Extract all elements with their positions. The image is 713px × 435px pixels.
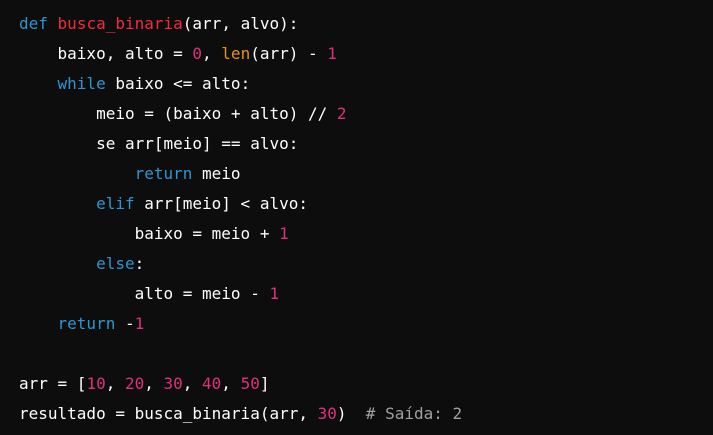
code-text: (arr) -: [250, 44, 328, 63]
code-line: alto = meio - 1: [19, 279, 713, 309]
code-text: meio: [192, 164, 241, 183]
number-token: 2: [336, 104, 347, 123]
code-line: resultado = busca_binaria(arr, 30) # Saí…: [19, 399, 713, 429]
number-token: 1: [134, 314, 145, 333]
keyword-token: while: [57, 74, 106, 93]
code-text: -: [115, 314, 135, 333]
code-line: while baixo <= alto:: [19, 69, 713, 99]
code-text: ,: [105, 374, 125, 393]
code-text: baixo <= alto:: [105, 74, 251, 93]
code-line: meio = (baixo + alto) // 2: [19, 99, 713, 129]
number-token: 0: [192, 44, 203, 63]
code-text: ,: [221, 374, 241, 393]
code-text: :: [134, 254, 145, 273]
keyword-token: elif: [96, 194, 135, 213]
code-text: ): [336, 404, 366, 423]
code-text: ,: [182, 374, 203, 393]
code-text: ]: [259, 374, 270, 393]
number-token: 30: [163, 374, 183, 393]
number-token: 1: [327, 44, 337, 63]
code-line: baixo, alto = 0, len(arr) - 1: [19, 39, 713, 69]
number-token: 20: [124, 374, 145, 393]
code-text: arr[meio] < alvo:: [134, 194, 308, 213]
function-name-token: busca_binaria: [57, 14, 183, 33]
code-text: se arr[meio] == alvo:: [19, 134, 299, 153]
code-text: ,: [144, 374, 164, 393]
code-line: baixo = meio + 1: [19, 219, 713, 249]
number-token: 30: [317, 404, 337, 423]
code-block: def busca_binaria(arr, alvo): baixo, alt…: [0, 0, 713, 435]
keyword-token: return: [134, 164, 193, 183]
code-text: resultado = busca_binaria(arr,: [19, 404, 318, 423]
code-text: arr = [: [19, 374, 87, 393]
number-token: 50: [240, 374, 260, 393]
code-line: return meio: [19, 159, 713, 189]
comment-token: # Saída: 2: [365, 404, 463, 423]
keyword-token: return: [57, 314, 116, 333]
code-line: else:: [19, 249, 713, 279]
number-token: 1: [269, 284, 280, 303]
keyword-token: else: [96, 254, 135, 273]
number-token: 40: [202, 374, 222, 393]
code-text: baixo = meio +: [19, 224, 280, 243]
code-text: baixo, alto =: [19, 44, 193, 63]
code-line: arr = [10, 20, 30, 40, 50]: [19, 369, 713, 399]
code-line: return -1: [19, 309, 713, 339]
code-line: def busca_binaria(arr, alvo):: [19, 9, 713, 39]
code-line: elif arr[meio] < alvo:: [19, 189, 713, 219]
code-text: (arr, alvo):: [182, 14, 299, 33]
code-line: ​: [19, 339, 713, 369]
code-text: meio = (baixo + alto) //: [19, 104, 337, 123]
code-line: se arr[meio] == alvo:: [19, 129, 713, 159]
code-text: alto = meio -: [19, 284, 270, 303]
builtin-token: len: [221, 44, 251, 63]
number-token: 10: [86, 374, 106, 393]
keyword-token: def: [19, 14, 48, 33]
code-text: ,: [202, 44, 222, 63]
number-token: 1: [279, 224, 289, 243]
